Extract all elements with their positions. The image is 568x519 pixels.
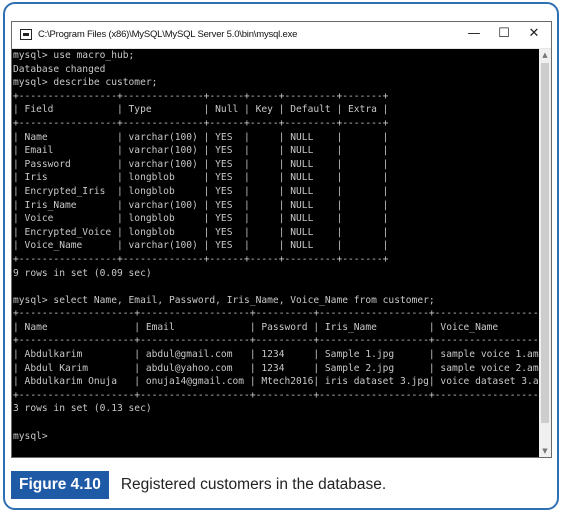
console-window: C:\Program Files (x86)\MySQL\MySQL Serve… <box>11 21 552 458</box>
vertical-scrollbar[interactable]: ▲ ▼ <box>539 49 551 457</box>
console-line: +--------------------+------------------… <box>13 389 540 401</box>
console-line: | Encrypted_Voice | longblob | YES | | N… <box>13 226 389 238</box>
console-line: | Abdulkarim | abdul@gmail.com | 1234 | … <box>13 349 540 361</box>
close-icon[interactable]: ✕ <box>520 24 548 44</box>
console-line: | Abdul Karim | abdul@yahoo.com | 1234 |… <box>13 362 540 374</box>
console-line: +-----------------+--------------+------… <box>13 117 389 129</box>
console-line: +-----------------+--------------+------… <box>13 90 389 102</box>
console-line: +-----------------+--------------+------… <box>13 253 389 265</box>
console-line: +--------------------+------------------… <box>13 335 540 347</box>
console-line: mysql> select Name, Email, Password, Iri… <box>13 294 435 306</box>
maximize-icon[interactable]: ☐ <box>490 24 518 44</box>
console-line: Database changed <box>13 63 106 75</box>
scroll-down-icon[interactable]: ▼ <box>539 445 551 457</box>
console-line: | Voice | longblob | YES | | NULL | | <box>13 213 389 225</box>
console-line: | Encrypted_Iris | longblob | YES | | NU… <box>13 185 389 197</box>
console-line: | Email | varchar(100) | YES | | NULL | … <box>13 145 389 157</box>
console-output[interactable]: mysql> use macro_hub; Database changed mys… <box>12 49 540 457</box>
scroll-thumb[interactable] <box>541 63 549 423</box>
console-line: mysql> describe customer; <box>13 77 158 89</box>
minimize-icon[interactable]: — <box>460 24 488 44</box>
console-line: | Iris_Name | varchar(100) | YES | | NUL… <box>13 199 389 211</box>
console-line: | Abdulkarim Onuja | onuja14@gmail.com |… <box>13 376 540 388</box>
console-line: | Voice_Name | varchar(100) | YES | | NU… <box>13 240 389 252</box>
console-app-icon <box>20 29 32 40</box>
console-line: 3 rows in set (0.13 sec) <box>13 403 152 415</box>
console-line: | Name | varchar(100) | YES | | NULL | | <box>13 131 389 143</box>
console-line: mysql> use macro_hub; <box>13 50 135 61</box>
console-line: | Field | Type | Null | Key | Default | … <box>13 104 389 116</box>
title-bar: C:\Program Files (x86)\MySQL\MySQL Serve… <box>12 22 551 49</box>
console-line: | Password | varchar(100) | YES | | NULL… <box>13 158 389 170</box>
scroll-up-icon[interactable]: ▲ <box>539 49 551 61</box>
window-title: C:\Program Files (x86)\MySQL\MySQL Serve… <box>38 29 298 40</box>
console-line: | Iris | longblob | YES | | NULL | | <box>13 172 389 184</box>
figure-caption: Figure 4.10 Registered customers in the … <box>11 471 386 499</box>
figure-label: Figure 4.10 <box>11 471 109 499</box>
console-line: mysql> <box>13 430 54 442</box>
console-line: +--------------------+------------------… <box>13 308 540 320</box>
console-line: | Name | Email | Password | Iris_Name | … <box>13 321 540 333</box>
figure-caption-text: Registered customers in the database. <box>120 476 387 493</box>
console-line: 9 rows in set (0.09 sec) <box>13 267 152 279</box>
